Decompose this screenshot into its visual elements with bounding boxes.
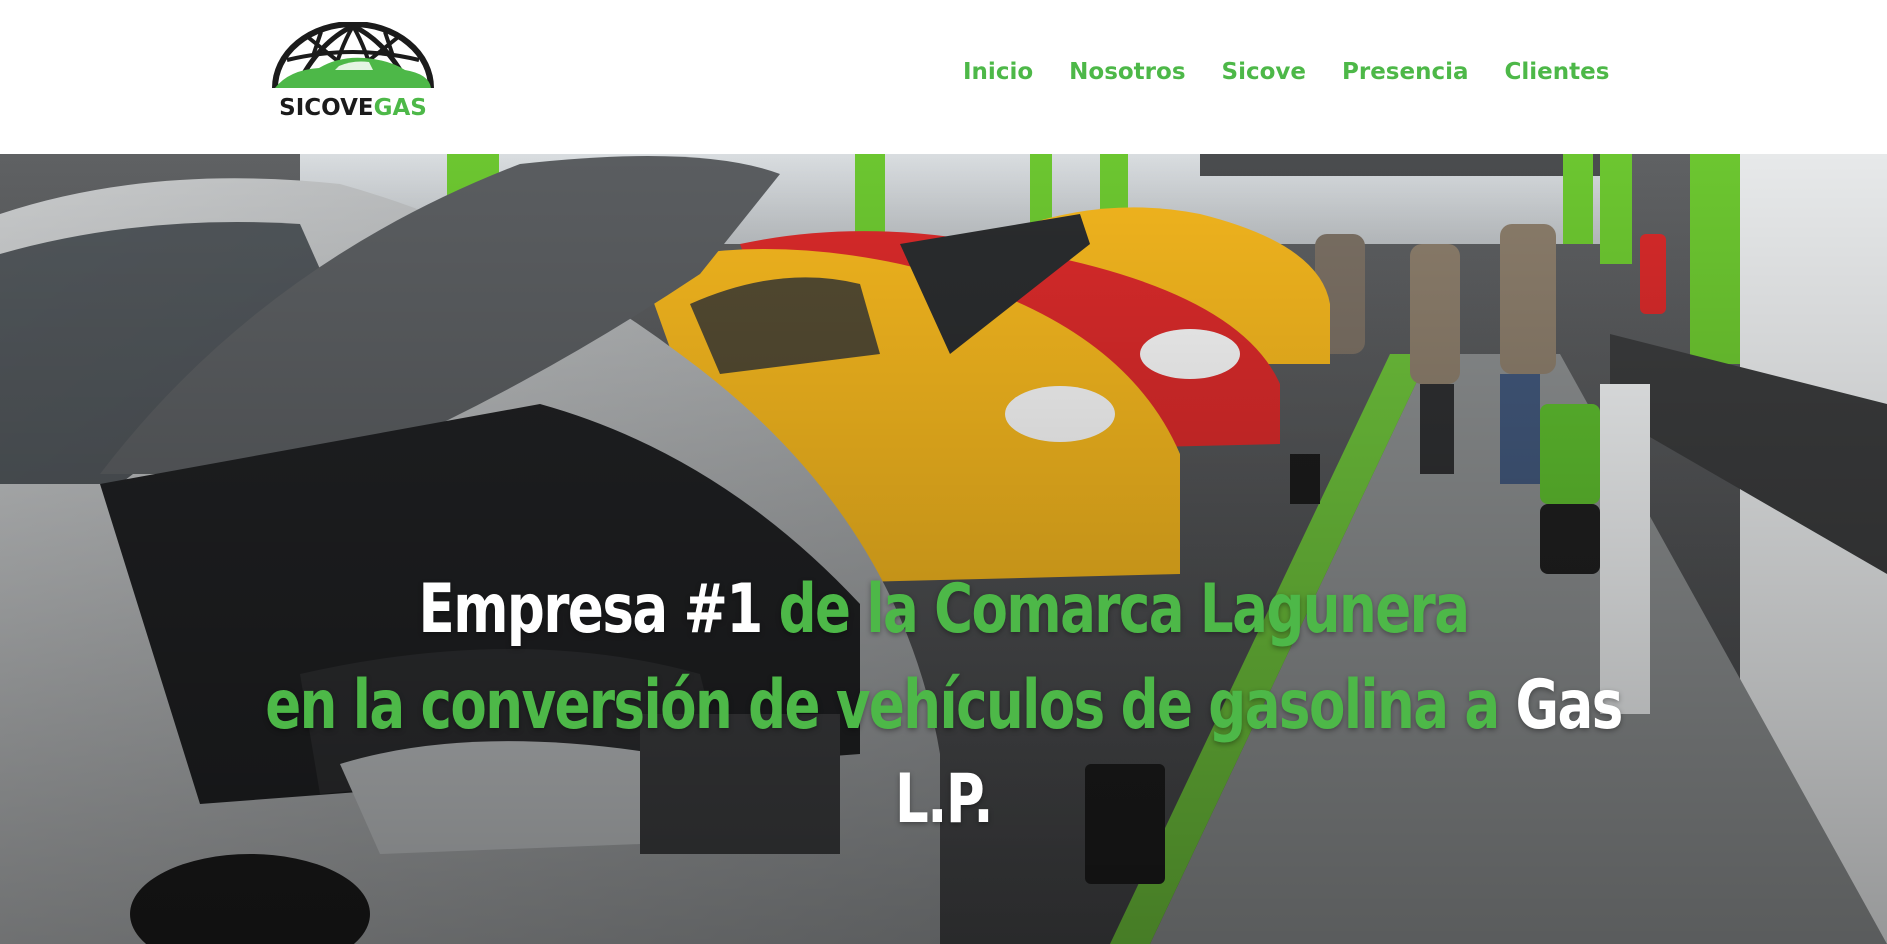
headline-conversion: en la conversión de vehículos de gasolin…	[265, 666, 1500, 745]
headline-empresa: Empresa #1	[418, 570, 764, 649]
site-header: SICOVEGAS Inicio Nosotros Sicove Presenc…	[0, 0, 1887, 154]
logo-text-gas: GAS	[373, 95, 427, 121]
globe-with-car-icon	[272, 22, 434, 89]
logo[interactable]: SICOVEGAS	[265, 22, 439, 122]
logo-text-sicove: SICOVE	[279, 95, 374, 121]
headline-gas: Gas	[1515, 666, 1624, 745]
nav-item-nosotros[interactable]: Nosotros	[1069, 57, 1185, 87]
nav-item-clientes[interactable]: Clientes	[1505, 57, 1610, 87]
hero-headline-line-3: L.P.	[208, 752, 1680, 848]
nav-item-inicio[interactable]: Inicio	[963, 57, 1033, 87]
hero-headline-line-1: Empresa #1 de la Comarca Lagunera	[208, 562, 1680, 658]
hero-banner: Empresa #1 de la Comarca Lagunera en la …	[0, 154, 1887, 944]
hero-headline-line-2: en la conversión de vehículos de gasolin…	[208, 658, 1680, 754]
nav-item-sicove[interactable]: Sicove	[1222, 57, 1306, 87]
nav-item-presencia[interactable]: Presencia	[1342, 57, 1469, 87]
headline-comarca: de la Comarca Lagunera	[778, 570, 1470, 649]
headline-lp: L.P.	[894, 760, 994, 839]
main-nav: Inicio Nosotros Sicove Presencia Cliente…	[963, 57, 1609, 87]
logo-text: SICOVEGAS	[265, 94, 441, 122]
